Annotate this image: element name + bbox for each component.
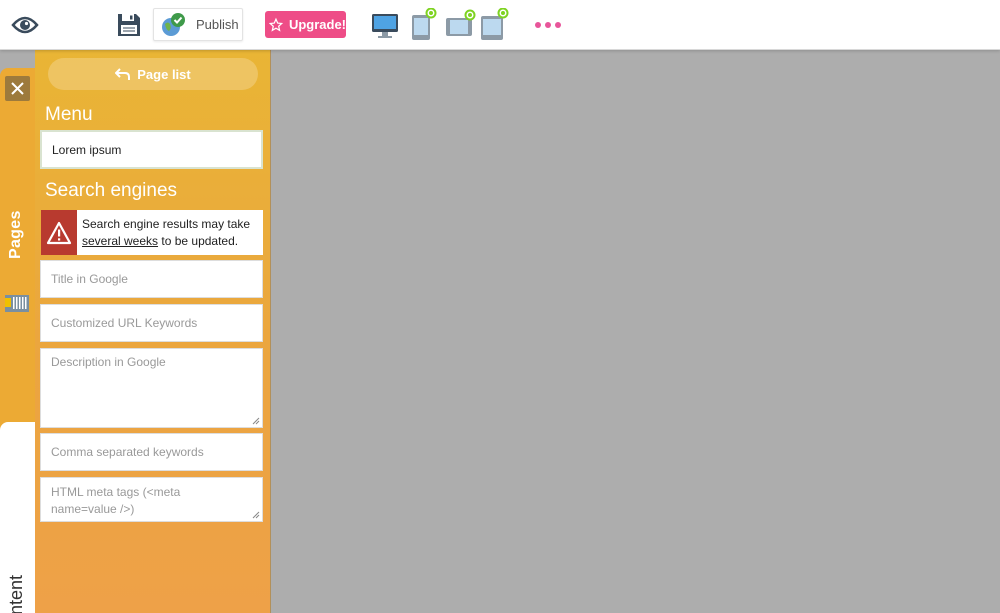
seo-title-input[interactable]: Title in Google <box>40 260 263 298</box>
page-list-label: Page list <box>137 66 191 82</box>
back-arrow-icon <box>115 67 131 81</box>
phone-icon <box>481 8 509 40</box>
seo-meta-placeholder: HTML meta tags (<meta name=value />) <box>51 485 181 516</box>
globe-check-icon <box>162 12 185 36</box>
seo-warning: Search engine results may take several w… <box>41 210 263 255</box>
resize-handle-icon[interactable] <box>252 417 260 425</box>
more-options-button[interactable] <box>530 14 566 36</box>
several-weeks-link[interactable]: several weeks <box>82 234 158 248</box>
eye-icon <box>11 16 39 34</box>
tab-pages[interactable] <box>0 68 35 473</box>
seo-meta-tags-textarea[interactable]: HTML meta tags (<meta name=value />) <box>40 477 263 522</box>
save-button[interactable] <box>113 9 145 41</box>
seo-description-placeholder: Description in Google <box>51 355 166 369</box>
ellipsis-icon <box>533 22 563 28</box>
publish-button[interactable]: Publish <box>153 8 243 41</box>
close-panel-button[interactable] <box>5 76 30 101</box>
warning-icon <box>41 210 77 255</box>
device-desktop-button[interactable] <box>367 8 403 42</box>
upgrade-button[interactable]: Upgrade! <box>265 11 346 38</box>
menu-section-title: Menu <box>45 104 93 125</box>
preview-button[interactable] <box>8 8 42 42</box>
menu-name-input[interactable]: Lorem ipsum <box>40 130 263 169</box>
page-settings-panel: Page list Menu Lorem ipsum Search engine… <box>35 50 271 613</box>
publish-label: Publish <box>196 17 239 32</box>
floppy-disk-icon <box>118 14 140 36</box>
seo-url-keywords-input[interactable]: Customized URL Keywords <box>40 304 263 342</box>
side-tab-strip: Pages ntent <box>0 50 35 613</box>
desktop-icon <box>372 14 398 38</box>
tab-content-label: ntent <box>6 575 26 613</box>
device-tablet-portrait-button[interactable] <box>406 8 442 42</box>
resize-handle-icon[interactable] <box>252 511 260 519</box>
seo-keywords-input[interactable]: Comma separated keywords <box>40 433 263 471</box>
seo-description-textarea[interactable]: Description in Google <box>40 348 263 428</box>
seo-section-title: Search engines <box>45 180 178 201</box>
seo-warning-text: Search engine results may take several w… <box>82 217 251 248</box>
star-icon <box>269 17 283 32</box>
upgrade-label: Upgrade! <box>288 17 346 32</box>
tab-pages-label: Pages <box>7 210 24 260</box>
editor-canvas[interactable] <box>271 50 1000 613</box>
tablet-landscape-icon <box>446 9 476 36</box>
tablet-portrait-icon <box>412 8 437 40</box>
top-toolbar: Publish Upgrade! <box>0 0 1000 50</box>
barcode-icon[interactable] <box>5 291 29 315</box>
close-icon <box>11 82 24 95</box>
device-tablet-landscape-button[interactable] <box>443 8 479 42</box>
page-list-button[interactable]: Page list <box>48 58 258 90</box>
device-phone-button[interactable] <box>477 8 513 42</box>
